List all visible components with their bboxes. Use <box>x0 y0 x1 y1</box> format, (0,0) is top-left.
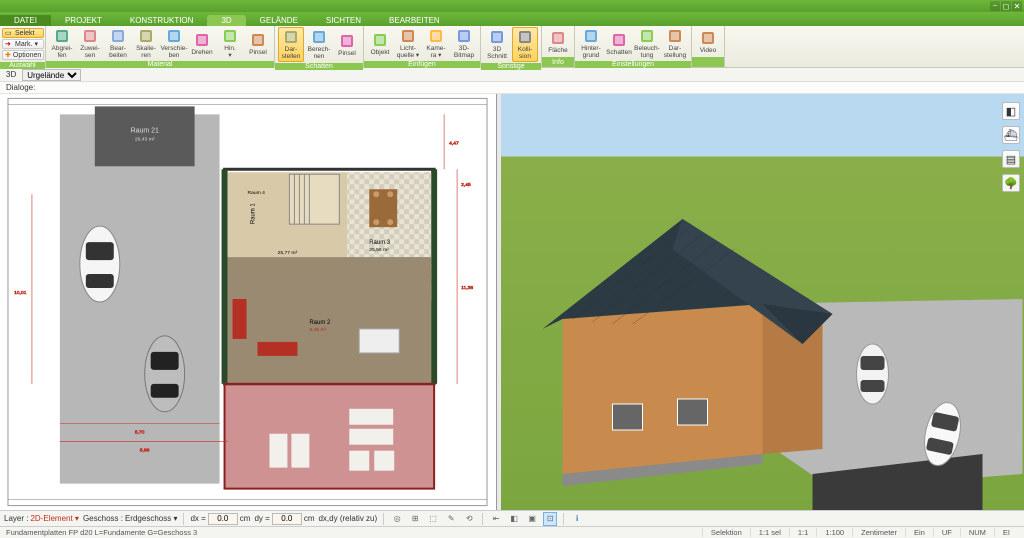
tool-icon[interactable]: ⊡ <box>543 512 557 526</box>
ribbon-tool[interactable]: 3D-Bitmap <box>451 27 477 60</box>
status-bar: Fundamentplatten FP d20 L=Fundamente G=G… <box>0 526 1024 538</box>
tool-icon[interactable]: ◎ <box>390 512 404 526</box>
window-controls: ⎯ ◻ ✕ <box>990 1 1022 11</box>
svg-text:8,99: 8,99 <box>140 448 150 454</box>
minimize-icon[interactable]: ⎯ <box>990 1 1000 11</box>
ribbon-tool[interactable]: Pinsel <box>245 31 271 57</box>
ribbon-tool[interactable]: Hinter-grund <box>578 27 604 60</box>
car-icon <box>80 226 120 302</box>
status-left: Fundamentplatten FP d20 L=Fundamente G=G… <box>6 528 197 537</box>
svg-text:10,01: 10,01 <box>14 290 27 296</box>
layer-select[interactable]: 2D-Element ▾ <box>30 514 78 523</box>
svg-text:25,56 m²: 25,56 m² <box>369 247 389 253</box>
tool-icon[interactable]: ⊞ <box>408 512 422 526</box>
svg-text:Raum 4: Raum 4 <box>248 190 266 196</box>
ribbon-tool[interactable]: Berech-nen <box>306 28 332 61</box>
coord-mode[interactable]: dx,dy (relativ zu) <box>318 514 377 523</box>
pane-3d[interactable]: ◧ ⛴ ▤ 🌳 <box>501 94 1024 510</box>
tool-icon[interactable]: ⬚ <box>426 512 440 526</box>
texture-icon[interactable]: ▤ <box>1002 150 1020 168</box>
ribbon-tool[interactable]: Zuwei-sen <box>77 27 103 60</box>
tab-3d[interactable]: 3D <box>207 15 245 26</box>
ribbon-caption: Info <box>542 57 574 67</box>
tool-icon[interactable]: ✎ <box>444 512 458 526</box>
workspace: Raum 21 26,43 m² <box>0 94 1024 510</box>
svg-text:8,45 m²: 8,45 m² <box>309 327 326 333</box>
ribbon-tool[interactable]: Beleuch-tung <box>634 27 660 60</box>
svg-text:2,45: 2,45 <box>461 182 471 188</box>
svg-text:Raum 1: Raum 1 <box>250 203 256 225</box>
ribbon-tool[interactable]: Licht-quelle ▾ <box>395 27 421 60</box>
dx-input[interactable] <box>208 513 238 525</box>
subbar-3d-label: 3D <box>6 70 16 79</box>
sub-toolbar: 3D Urgelände <box>0 68 1024 82</box>
layers-icon[interactable]: ◧ <box>1002 102 1020 120</box>
geschoss-label: Geschoss : <box>83 514 123 523</box>
svg-text:8,70: 8,70 <box>135 430 145 436</box>
layer-label: Layer : <box>4 514 28 523</box>
ribbon-tool[interactable]: Bear-beiten <box>105 27 131 60</box>
tab-bearbeiten[interactable]: BEARBEITEN <box>375 15 454 26</box>
tab-projekt[interactable]: PROJEKT <box>51 15 116 26</box>
room-label: Raum 21 <box>131 127 159 134</box>
car-icon <box>857 344 889 404</box>
ribbon: ▭Selekt ➜Mark. ▾ ✚Optionen Auswahl Abgre… <box>0 26 1024 68</box>
ribbon-tool[interactable]: Fläche <box>545 29 571 55</box>
mark-button[interactable]: ➜Mark. ▾ <box>2 39 44 49</box>
tool-icon[interactable]: ⇤ <box>489 512 503 526</box>
svg-text:Raum 2: Raum 2 <box>309 320 331 326</box>
ribbon-tool[interactable]: Dar-stellen <box>278 27 304 62</box>
ribbon-tool[interactable]: Hin.▾ <box>217 27 243 60</box>
ribbon-caption <box>692 57 724 67</box>
ribbon-tool[interactable]: Video <box>695 29 721 55</box>
tool-icon[interactable]: ⟲ <box>462 512 476 526</box>
geschoss-select[interactable]: Erdgeschoss ▾ <box>125 514 177 523</box>
furniture-icon[interactable]: ⛴ <box>1002 126 1020 144</box>
ribbon-tool[interactable]: Pinsel <box>334 32 360 58</box>
ribbon-tool[interactable]: Schatten <box>606 31 632 57</box>
svg-text:4,47: 4,47 <box>449 140 459 146</box>
select-button[interactable]: ▭Selekt <box>2 28 44 38</box>
svg-text:Raum 3: Raum 3 <box>369 240 391 246</box>
menu-tabs: DATEI PROJEKT KONSTRUKTION 3D GELÄNDE SI… <box>0 12 1024 26</box>
ribbon-tool[interactable]: Abgrei-fen <box>49 27 75 60</box>
dy-input[interactable] <box>272 513 302 525</box>
view-side-icons: ◧ ⛴ ▤ 🌳 <box>1002 102 1020 192</box>
ribbon-tool[interactable]: Verschie-ben <box>161 27 187 60</box>
tab-datei[interactable]: DATEI <box>0 15 51 26</box>
tab-sichten[interactable]: SICHTEN <box>312 15 375 26</box>
maximize-icon[interactable]: ◻ <box>1001 1 1011 11</box>
svg-text:26,43 m²: 26,43 m² <box>135 136 155 142</box>
ribbon-tool[interactable]: Dar-stellung <box>662 27 688 60</box>
ribbon-tool[interactable]: Drehen <box>189 31 215 57</box>
ribbon-tool[interactable]: Objekt <box>367 31 393 57</box>
dialoge-label: Dialoge: <box>0 82 1024 94</box>
ribbon-tool[interactable]: 3DSchnitt <box>484 28 510 61</box>
ribbon-caption: Einfügen <box>364 61 480 68</box>
ribbon-caption: Einstellungen <box>575 61 691 68</box>
svg-text:11,36: 11,36 <box>461 285 473 291</box>
info-icon[interactable]: i <box>570 512 584 526</box>
ribbon-caption: Schatten <box>275 63 363 70</box>
subbar-select[interactable]: Urgelände <box>22 69 81 81</box>
ribbon-tool[interactable]: Kolli-sion <box>512 27 538 62</box>
pane-2d[interactable]: Raum 21 26,43 m² <box>0 94 497 510</box>
ribbon-tool[interactable]: Kame-ra ▾ <box>423 27 449 60</box>
tab-konstruktion[interactable]: KONSTRUKTION <box>116 15 208 26</box>
tab-gelaende[interactable]: GELÄNDE <box>246 15 312 26</box>
tree-icon[interactable]: 🌳 <box>1002 174 1020 192</box>
close-icon[interactable]: ✕ <box>1012 1 1022 11</box>
title-bar: ⎯ ◻ ✕ <box>0 0 1024 12</box>
car-icon <box>145 336 185 412</box>
bottom-toolbar: Layer : 2D-Element ▾ Geschoss : Erdgesch… <box>0 510 1024 526</box>
svg-text:25,77 m²: 25,77 m² <box>278 250 298 256</box>
tool-icon[interactable]: ◧ <box>507 512 521 526</box>
tool-icon[interactable]: ▣ <box>525 512 539 526</box>
ribbon-caption: Material <box>46 61 274 68</box>
ribbon-caption: Sonstige <box>481 63 541 70</box>
ribbon-tool[interactable]: Skalie-ren <box>133 27 159 60</box>
options-button[interactable]: ✚Optionen <box>2 50 44 60</box>
